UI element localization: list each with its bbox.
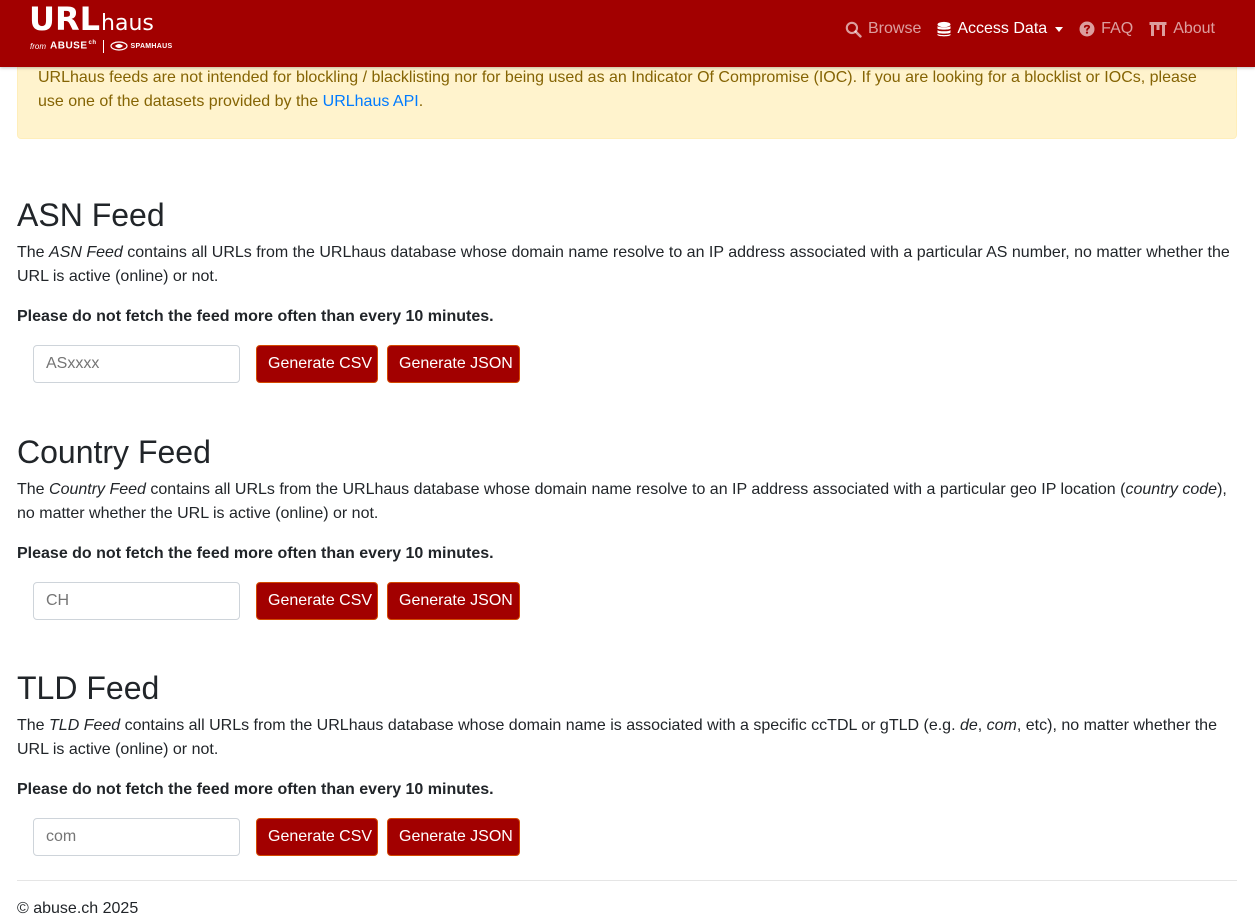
desc-text: contains all URLs from the URLhaus datab… [145,481,1126,498]
urlhaus-api-link[interactable]: URLhaus API [323,93,419,110]
desc-emphasis: com [986,717,1017,734]
urlhaus-logo[interactable]: URLhaus from ABUSEch SPAMHAUS [29,0,199,67]
tld-feed-section: TLD Feed The TLD Feed contains all URLs … [17,669,1239,802]
tld-input[interactable] [33,818,240,856]
asn-feed-description: The ASN Feed contains all URLs from the … [17,241,1239,289]
nav-about[interactable]: About [1149,20,1215,38]
desc-text: contains all URLs from the URLhaus datab… [120,717,960,734]
desc-emphasis: de [959,717,978,734]
alert-end: . [418,93,424,110]
nav-browse-label: Browse [868,20,922,37]
brand-haus-text: haus [101,11,154,36]
building-icon [1149,22,1167,36]
tld-feed-description: The TLD Feed contains all URLs from the … [17,714,1239,762]
asn-feed-warning: Please do not fetch the feed more often … [17,308,494,325]
country-generate-csv-button[interactable]: Generate CSV [256,582,378,620]
alert-text: URLhaus feeds are not intended for block… [38,69,1197,110]
asn-generate-json-button[interactable]: Generate JSON [387,345,520,383]
asn-feed-section: ASN Feed The ASN Feed contains all URLs … [17,196,1239,329]
asn-feed-title: ASN Feed [17,197,165,233]
spamhaus-logo: SPAMHAUS [109,41,173,51]
nav-faq[interactable]: FAQ [1079,20,1133,38]
asn-input[interactable] [33,345,240,383]
tld-generate-csv-button[interactable]: Generate CSV [256,818,378,856]
footer-copyright: © abuse.ch 2025 [17,900,139,915]
country-feed-form: Generate CSV Generate JSON [33,582,520,620]
nav-faq-label: FAQ [1101,20,1134,37]
tld-feed-title: TLD Feed [17,670,160,706]
nav-browse[interactable]: Browse [845,20,921,38]
desc-text: , [977,717,987,734]
abuse-ch-suffix: ch [88,40,97,47]
desc-text: The [17,244,50,261]
desc-text: The [17,717,50,734]
asn-generate-csv-button[interactable]: Generate CSV [256,345,378,383]
tld-feed-form: Generate CSV Generate JSON [33,818,520,856]
desc-emphasis: Country Feed [49,481,146,498]
question-circle-icon [1079,21,1095,37]
country-input[interactable] [33,582,240,620]
country-feed-title: Country Feed [17,434,211,470]
abuse-ch-logo: ABUSEch [50,40,97,51]
desc-text: contains all URLs from the URLhaus datab… [17,244,1230,285]
nav-about-label: About [1173,20,1215,37]
tld-generate-json-button[interactable]: Generate JSON [387,818,520,856]
brand-url-text: URL [29,0,101,38]
database-icon [937,21,951,36]
main-nav: Browse Access Data FAQ About [829,0,1215,58]
footer-divider [17,880,1237,881]
country-feed-description: The Country Feed contains all URLs from … [17,478,1239,526]
country-generate-json-button[interactable]: Generate JSON [387,582,520,620]
nav-access-data-label: Access Data [957,20,1048,37]
brand-subtitle: from ABUSEch SPAMHAUS [30,39,172,53]
spamhaus-icon [109,41,128,51]
country-feed-section: Country Feed The Country Feed contains a… [17,433,1239,566]
country-feed-warning: Please do not fetch the feed more often … [17,545,494,562]
desc-emphasis: ASN Feed [49,244,123,261]
spamhaus-text: SPAMHAUS [130,42,173,50]
tld-feed-warning: Please do not fetch the feed more often … [17,781,494,798]
asn-feed-form: Generate CSV Generate JSON [33,345,520,383]
desc-emphasis: TLD Feed [49,717,121,734]
search-icon [845,21,862,38]
brand-divider [102,39,104,53]
top-navbar: URLhaus from ABUSEch SPAMHAUS Browse Acc… [0,0,1255,67]
desc-emphasis: country code [1125,481,1218,498]
nav-access-data[interactable]: Access Data [937,20,1064,38]
brand-from-text: from [30,41,46,51]
abuse-text: ABUSE [50,40,88,52]
chevron-down-icon [1055,27,1064,32]
brand-title: URLhaus [29,0,154,38]
feed-warning-alert: URLhaus feeds are not intended for block… [17,57,1237,139]
desc-text: The [17,481,50,498]
